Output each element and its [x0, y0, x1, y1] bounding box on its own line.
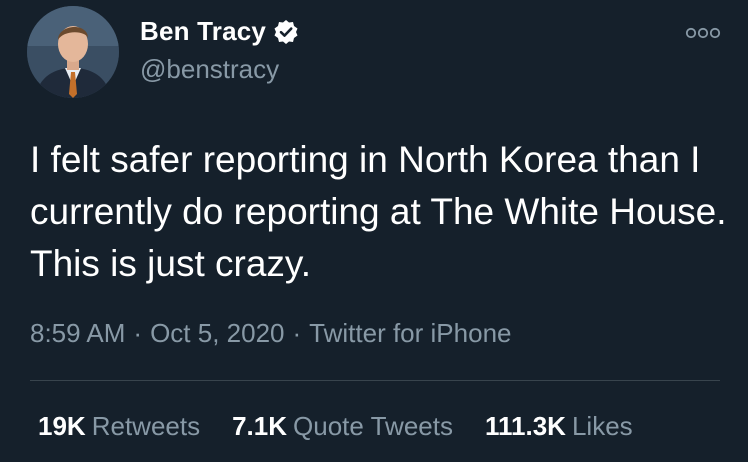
author-name-text[interactable]: Ben Tracy — [140, 16, 266, 47]
tweet-card: Ben Tracy @benstracy I felt safer report… — [0, 0, 748, 462]
engagement-stats: 19K Retweets 7.1K Quote Tweets 111.3K Likes — [38, 411, 633, 442]
tweet-source[interactable]: Twitter for iPhone — [309, 318, 511, 348]
verified-badge-icon — [273, 19, 299, 45]
author-handle[interactable]: @benstracy — [140, 54, 279, 85]
retweets-stat[interactable]: 19K Retweets — [38, 411, 200, 442]
divider — [30, 380, 720, 381]
quote-tweets-count: 7.1K — [232, 411, 288, 441]
quote-tweets-stat[interactable]: 7.1K Quote Tweets — [232, 411, 453, 442]
meta-separator: · — [133, 318, 143, 348]
author-display-name[interactable]: Ben Tracy — [140, 16, 299, 47]
more-options-icon[interactable] — [685, 26, 721, 40]
author-avatar[interactable] — [27, 6, 119, 98]
retweets-label: Retweets — [91, 411, 201, 441]
likes-label: Likes — [571, 411, 633, 441]
meta-separator: · — [292, 318, 302, 348]
retweets-count: 19K — [38, 411, 86, 441]
likes-stat[interactable]: 111.3K Likes — [485, 411, 633, 442]
tweet-time[interactable]: 8:59 AM — [30, 318, 125, 348]
likes-count: 111.3K — [484, 411, 566, 441]
quote-tweets-label: Quote Tweets — [293, 411, 453, 441]
avatar-photo-icon — [27, 6, 119, 98]
tweet-date[interactable]: Oct 5, 2020 — [150, 318, 284, 348]
tweet-text: I felt safer reporting in North Korea th… — [30, 139, 727, 284]
tweet-metadata: 8:59 AM · Oct 5, 2020 · Twitter for iPhone — [30, 318, 511, 349]
